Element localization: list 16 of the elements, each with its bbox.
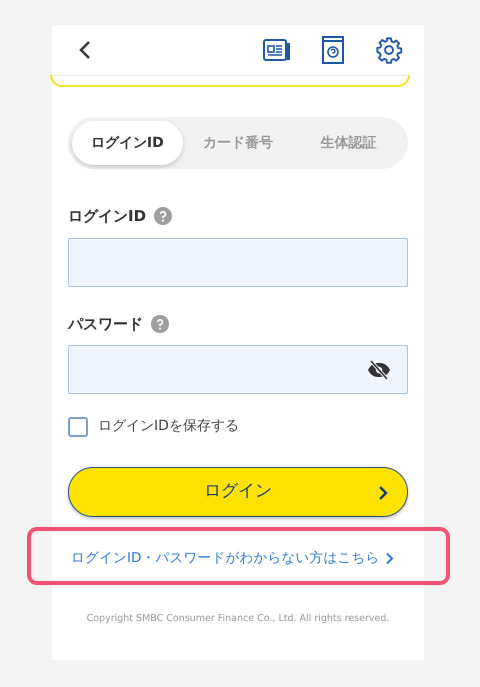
chevron-icon [385, 552, 394, 565]
chevron-icon [377, 485, 389, 501]
help-icon[interactable] [151, 314, 169, 333]
help-icon[interactable] [154, 207, 172, 226]
tab[interactable]: ログインID [72, 121, 183, 165]
field-label: ログインID [68, 206, 146, 227]
checkbox-label[interactable]: ログインIDを保存する [98, 416, 239, 437]
back-icon[interactable] [78, 40, 92, 60]
password-field[interactable] [68, 345, 408, 394]
login-button[interactable]: ログイン [68, 467, 408, 517]
copyright-text: Copyright SMBC Consumer Finance Co., Ltd. All rights reserved. [86, 612, 390, 626]
checkbox[interactable] [68, 416, 88, 436]
field-label: パスワード [68, 314, 143, 334]
help-link[interactable]: ログインID・パスワードがわからない方はこちら [71, 548, 394, 568]
input-field[interactable] [68, 238, 408, 286]
eye-slash-icon[interactable] [367, 360, 391, 380]
